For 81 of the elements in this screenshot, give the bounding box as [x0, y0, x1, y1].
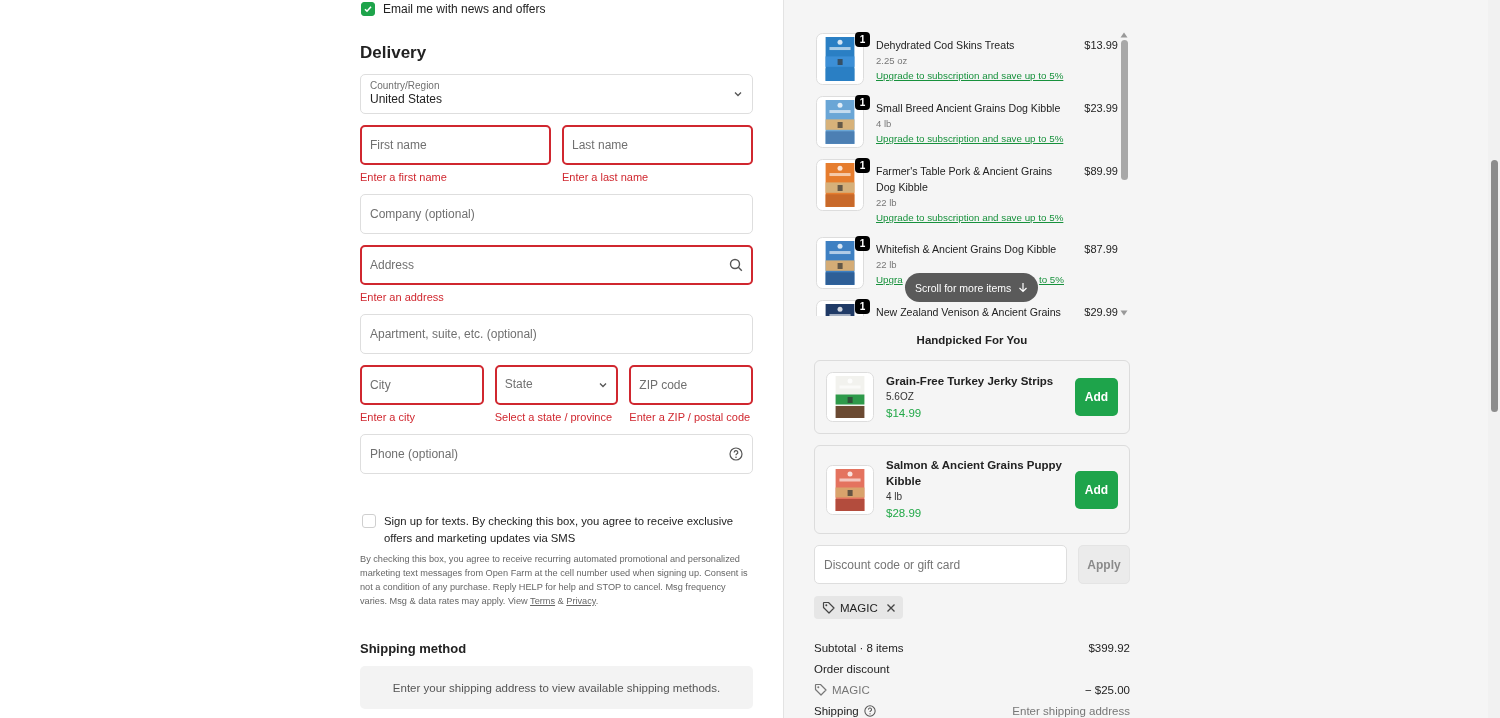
checkbox[interactable]	[362, 514, 376, 528]
scrollbar[interactable]	[1120, 30, 1128, 316]
error-message: Enter a first name	[360, 171, 448, 183]
section-heading: Shipping method	[360, 641, 468, 656]
help-icon	[863, 704, 876, 717]
product-title: Grain-Free Turkey Jerky Strips	[886, 373, 1055, 389]
product-variant: 4 lb	[886, 490, 904, 504]
quantity-badge: 1	[855, 236, 870, 251]
product-price: $28.99	[886, 506, 923, 521]
product-variant: 22 lb	[876, 196, 898, 210]
error-message: Select a state / province	[494, 411, 614, 423]
error-message: Enter a city	[360, 411, 417, 423]
upsell-link[interactable]: to 5%	[1038, 272, 1064, 288]
product-title: Salmon & Ancient Grains Puppy Kibble	[886, 458, 1063, 489]
summary-label: Subtotal · 8 items	[814, 641, 904, 654]
summary-label: Shipping	[814, 704, 859, 717]
product-price: $23.99	[1084, 101, 1118, 116]
product-title: New Zealand Venison & Ancient Grains	[876, 305, 1062, 316]
product-title: Dehydrated Cod Skins Treats	[876, 38, 1016, 53]
product-variant: 2.25 oz	[876, 54, 909, 68]
product-price: $13.99	[1084, 38, 1118, 53]
product-price: $14.99	[886, 405, 923, 421]
input-field[interactable]: Address	[360, 245, 753, 285]
disclaimer-text: By checking this box, you agree to receive recurring automated promotional and personalized marketing text messages from Open Farm at the cell number used when signing up. Consent is not a condition of any purchase. Reply HELP for help and STOP to cancel. Msg frequency varies. Msg & data rates may apply. View Terms & Privacy.	[360, 553, 749, 608]
quantity-badge: 1	[855, 299, 870, 314]
input-field[interactable]: City	[360, 365, 484, 405]
discount-code: MAGIC	[832, 683, 870, 696]
product-title: Whitefish & Ancient Grains Dog Kibble	[876, 242, 1058, 257]
checkmark-icon	[363, 4, 373, 14]
checkbox[interactable]	[361, 2, 375, 16]
error-message: Enter a ZIP / postal code	[629, 411, 752, 423]
product-variant: 22 lb	[876, 258, 898, 272]
down-arrow-icon	[1120, 310, 1128, 316]
product-variant: 4 lb	[876, 117, 893, 131]
policy-link[interactable]: Privacy	[566, 596, 596, 606]
quantity-badge: 1	[855, 158, 870, 173]
upsell-link[interactable]: Upgrade to subscription and save up to 5%	[876, 68, 1073, 84]
product-title: Small Breed Ancient Grains Dog Kibble	[876, 101, 1062, 116]
chevron-down-icon	[733, 89, 743, 99]
scroll-hint-toast[interactable]: Scroll for more items	[905, 273, 1039, 302]
upsell-link[interactable]: Upgra	[876, 272, 903, 288]
shipping-notice: Enter your shipping address to view available shipping methods.	[360, 666, 753, 709]
summary-value: $399.92	[1088, 641, 1130, 654]
chevron-down-icon	[598, 380, 609, 390]
discount-code: MAGIC	[840, 601, 878, 614]
input-field[interactable]: Last name	[562, 125, 753, 165]
product-price: $29.99	[1084, 305, 1118, 316]
arrow-down-icon	[1018, 282, 1029, 293]
page-scrollbar[interactable]	[1488, 0, 1500, 718]
error-message: Enter an address	[360, 291, 445, 303]
checkbox-label[interactable]: Email me with news and offers	[383, 1, 546, 18]
section-heading: Delivery	[360, 42, 428, 64]
upsell-link[interactable]: Upgrade to subscription and save up to 5%	[876, 210, 1073, 226]
section-heading: Handpicked For You	[915, 334, 1029, 346]
product-price: $87.99	[1084, 242, 1118, 257]
help-icon	[729, 447, 743, 461]
summary-label: Order discount	[814, 662, 890, 675]
product-variant: 5.6OZ	[886, 389, 915, 404]
up-arrow-icon	[1120, 32, 1128, 38]
input-field[interactable]: First name	[360, 125, 551, 165]
summary-value: − $25.00	[1084, 683, 1130, 696]
checkbox-label[interactable]: Sign up for texts. By checking this box, you agree to receive exclusive offers and marketing updates via SMS	[384, 513, 753, 547]
tag-icon	[822, 601, 835, 614]
search-icon	[729, 258, 743, 272]
quantity-badge: 1	[855, 32, 870, 47]
upsell-link[interactable]: Upgrade to subscription and save up to 5%	[876, 131, 1073, 147]
policy-link[interactable]: Terms	[530, 596, 556, 606]
quantity-badge: 1	[855, 95, 870, 110]
add-button[interactable]: Add	[1075, 378, 1118, 416]
close-icon	[885, 602, 896, 613]
error-message: Enter a last name	[562, 171, 650, 183]
add-button[interactable]: Add	[1075, 470, 1118, 509]
tag-icon	[814, 683, 827, 696]
summary-value: Enter shipping address	[1012, 704, 1130, 717]
product-title: Farmer's Table Pork & Ancient Grains Dog Kibble	[876, 164, 1054, 195]
state-select[interactable]: State	[494, 365, 619, 405]
product-price: $89.99	[1084, 164, 1118, 179]
scroll-hint-text: Scroll for more items	[915, 281, 1012, 294]
discount-field[interactable]: Discount code or gift card	[814, 545, 1067, 584]
input-field[interactable]: ZIP code	[629, 365, 753, 405]
country-select[interactable]: Country/Region United States	[360, 74, 753, 114]
